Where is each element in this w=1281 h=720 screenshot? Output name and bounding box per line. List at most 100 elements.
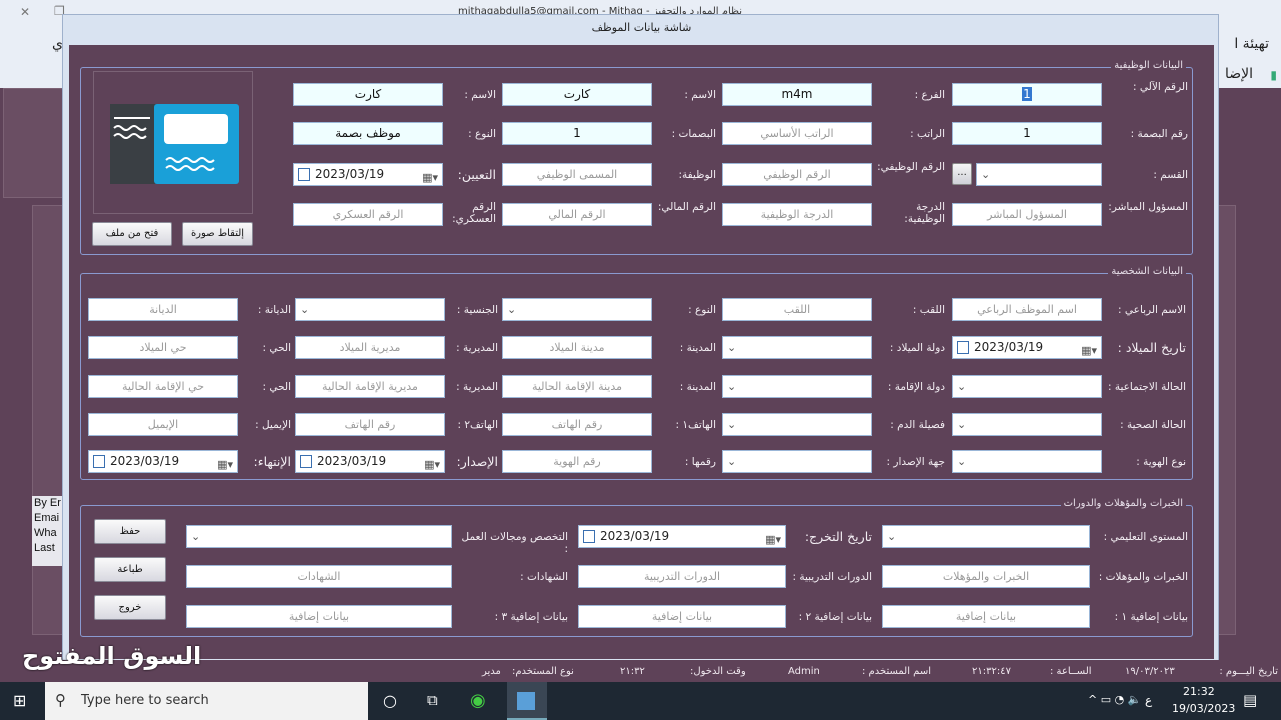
date-checkbox[interactable] — [957, 341, 969, 354]
field-label: اللقب : — [912, 304, 945, 316]
browse-department-button[interactable]: ... — [952, 163, 972, 185]
bg-menu-add[interactable]: الإضا — [1225, 66, 1253, 82]
print-button[interactable]: طباعة — [94, 557, 166, 582]
text-input[interactable]: الرقم العسكري — [293, 203, 443, 226]
date-picker[interactable]: 2023/03/19 ▦▾ — [952, 336, 1102, 359]
date-picker[interactable]: 2023/03/19 ▦▾ — [295, 450, 445, 473]
date-checkbox[interactable] — [300, 455, 312, 468]
text-input[interactable]: الخبرات والمؤهلات — [882, 565, 1090, 588]
language-indicator[interactable]: ع — [1145, 693, 1152, 707]
input-value: 1 — [1022, 87, 1032, 101]
text-input[interactable]: الرقم المالي — [502, 203, 652, 226]
text-input[interactable]: الإيميل — [88, 413, 238, 436]
date-picker[interactable]: 2023/03/19 ▦▾ — [88, 450, 238, 473]
text-input[interactable]: الديانة — [88, 298, 238, 321]
combo-box[interactable]: ⌄ — [722, 450, 872, 473]
field-label: الرقم العسكري: — [452, 201, 496, 225]
field-label: الهاتف٢ : — [457, 419, 498, 431]
text-input[interactable]: بيانات إضافية — [186, 605, 452, 628]
text-input[interactable]: الدورات التدريبية — [578, 565, 786, 588]
field-label: الشهادات : — [520, 571, 568, 583]
cortana-icon[interactable]: ○ — [383, 691, 397, 710]
clock-time[interactable]: 21:32 — [1183, 685, 1215, 698]
text-input[interactable]: المسمى الوظيفي — [502, 163, 652, 186]
combo-box[interactable]: ⌄ — [502, 298, 652, 321]
text-input[interactable]: 1 — [952, 122, 1102, 145]
field-label: بيانات إضافية ٢ : — [798, 611, 872, 623]
text-input[interactable]: رقم الهوية — [502, 450, 652, 473]
combo-box[interactable]: ⌄ — [722, 375, 872, 398]
combo-box[interactable]: ⌄ — [976, 163, 1102, 186]
date-checkbox[interactable] — [93, 455, 105, 468]
taskbar-active-app[interactable] — [507, 682, 547, 720]
task-view-icon[interactable]: ⧉ — [427, 691, 438, 709]
calendar-dropdown-icon[interactable]: ▦▾ — [424, 454, 440, 472]
combo-box[interactable]: ⌄ — [952, 413, 1102, 436]
calendar-dropdown-icon[interactable]: ▦▾ — [422, 167, 438, 185]
form-app-icon — [517, 692, 535, 710]
text-input[interactable]: 1 — [502, 122, 652, 145]
input-value: كارت — [354, 87, 382, 101]
combo-box[interactable]: ⌄ — [186, 525, 452, 548]
text-input[interactable]: بيانات إضافية — [882, 605, 1090, 628]
calendar-dropdown-icon[interactable]: ▦▾ — [217, 454, 233, 472]
combo-box[interactable]: ⌄ — [295, 298, 445, 321]
date-picker[interactable]: 2023/03/19 ▦▾ — [293, 163, 443, 186]
combo-box[interactable]: ⌄ — [882, 525, 1090, 548]
text-input[interactable]: الراتب الأساسي — [722, 122, 872, 145]
text-input[interactable]: المسؤول المباشر — [952, 203, 1102, 226]
field-label: دولة الميلاد : — [889, 342, 945, 354]
field-label: فصيلة الدم : — [890, 419, 945, 431]
text-input[interactable]: مديرية الإقامة الحالية — [295, 375, 445, 398]
text-input[interactable]: الشهادات — [186, 565, 452, 588]
date-value: 2023/03/19 — [600, 529, 670, 543]
clock-date[interactable]: 19/03/2023 — [1172, 702, 1235, 715]
date-picker[interactable]: 2023/03/19 ▦▾ — [578, 525, 786, 548]
app-globe-icon[interactable]: ◉ — [470, 690, 486, 711]
exit-button[interactable]: خروج — [94, 595, 166, 620]
notifications-icon[interactable]: ▤ — [1243, 691, 1257, 709]
text-input[interactable]: 1 — [952, 83, 1102, 106]
chevron-down-icon: ⌄ — [727, 455, 737, 468]
windows-start-icon[interactable]: ⊞ — [13, 691, 26, 710]
text-input[interactable]: مدينة الميلاد — [502, 336, 652, 359]
text-input[interactable]: m4m — [722, 83, 872, 106]
taskbar-search[interactable]: Type here to search — [45, 682, 368, 720]
text-input[interactable]: مدينة الإقامة الحالية — [502, 375, 652, 398]
text-input[interactable]: مديرية الميلاد — [295, 336, 445, 359]
text-input[interactable]: حي الميلاد — [88, 336, 238, 359]
dialog-title: شاشة بيانات الموظف — [591, 21, 692, 34]
text-input[interactable]: رقم الهاتف — [502, 413, 652, 436]
text-input[interactable]: بيانات إضافية — [578, 605, 786, 628]
calendar-dropdown-icon[interactable]: ▦▾ — [1081, 340, 1097, 358]
text-input[interactable]: رقم الهاتف — [295, 413, 445, 436]
text-input[interactable]: الدرجة الوظيفية — [722, 203, 872, 226]
text-input[interactable]: كارت — [293, 83, 443, 106]
text-input[interactable]: حي الإقامة الحالية — [88, 375, 238, 398]
field-label: بيانات إضافية ٣ : — [494, 611, 568, 623]
calendar-dropdown-icon[interactable]: ▦▾ — [765, 529, 781, 547]
capture-photo-button[interactable]: إلتقاط صورة — [182, 222, 253, 246]
input-value: كارت — [563, 87, 591, 101]
text-input[interactable]: اسم الموظف الرباعي — [952, 298, 1102, 321]
text-input[interactable]: كارت — [502, 83, 652, 106]
save-button[interactable]: حفظ — [94, 519, 166, 544]
combo-box[interactable]: ⌄ — [952, 375, 1102, 398]
field-label: الرقم الآلي : — [1133, 81, 1188, 93]
text-input[interactable]: الرقم الوظيفي — [722, 163, 872, 186]
date-checkbox[interactable] — [583, 530, 595, 543]
combo-box[interactable]: ⌄ — [722, 413, 872, 436]
field-label: الدرجة الوظيفية: — [904, 201, 945, 225]
combo-box[interactable]: ⌄ — [722, 336, 872, 359]
combo-box[interactable]: ⌄ — [952, 450, 1102, 473]
text-input[interactable]: اللقب — [722, 298, 872, 321]
bg-close-icon[interactable]: ✕ — [20, 5, 30, 19]
section-title: الخبرات والمؤهلات والدورات — [1060, 498, 1186, 509]
open-file-button[interactable]: فتح من ملف — [92, 222, 172, 246]
bg-menu-setup[interactable]: تهيئة ا — [1234, 36, 1269, 52]
date-label: تاريخ اليـــوم : — [1219, 666, 1278, 677]
tray-icons[interactable]: ^ ▭ ◔ 🔈 — [1088, 693, 1141, 706]
field-label: النوع : — [688, 304, 716, 316]
text-input[interactable]: موظف بصمة — [293, 122, 443, 145]
date-checkbox[interactable] — [298, 168, 310, 181]
